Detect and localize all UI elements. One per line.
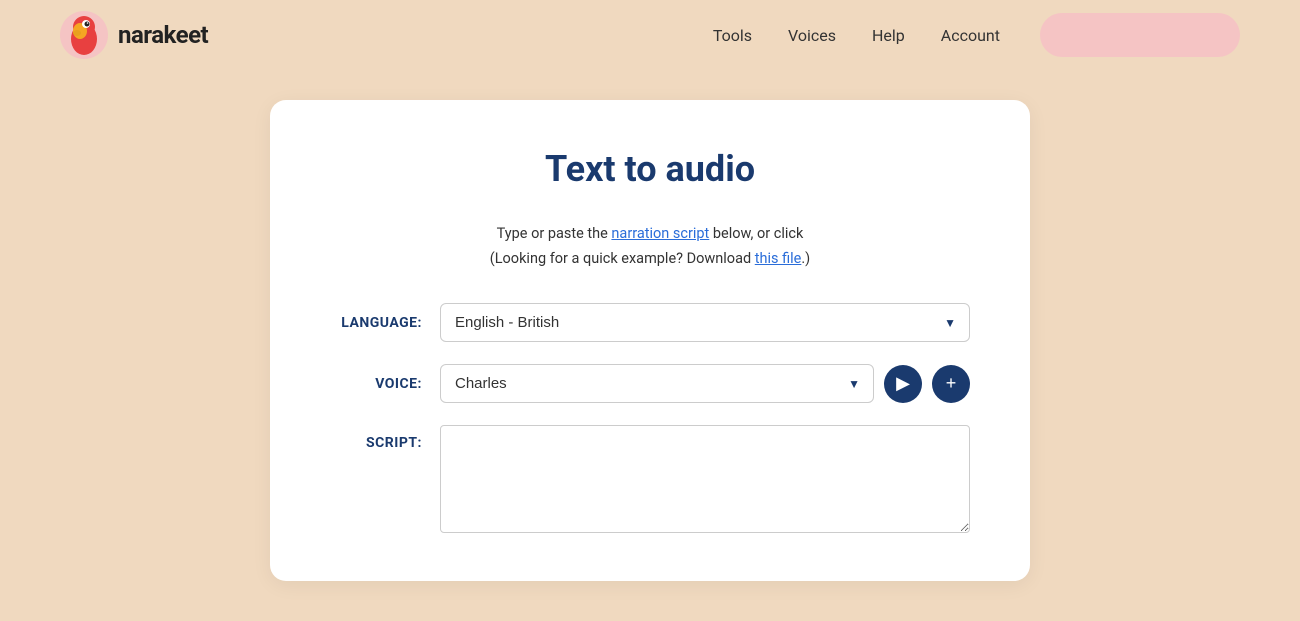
nav-account[interactable]: Account	[941, 26, 1000, 45]
voice-label: VOICE:	[330, 376, 440, 392]
header-cta-button[interactable]	[1040, 13, 1240, 57]
this-file-link[interactable]: this file	[755, 250, 802, 267]
nav-tools[interactable]: Tools	[713, 26, 752, 45]
language-select-wrapper: English - British English - American Eng…	[440, 303, 970, 342]
script-row: SCRIPT:	[330, 425, 970, 533]
voice-select[interactable]: Charles Amy Emma Brian Joanna Matthew	[440, 364, 874, 403]
add-voice-button[interactable]: +	[932, 365, 970, 403]
main-nav: Tools Voices Help Account	[713, 26, 1000, 45]
narration-script-link[interactable]: narration script	[611, 225, 709, 242]
desc-example-after: .)	[801, 250, 810, 267]
script-textarea[interactable]	[440, 425, 970, 533]
voice-select-wrapper: Charles Amy Emma Brian Joanna Matthew ▼	[440, 364, 874, 403]
desc-before-link: Type or paste the	[497, 225, 612, 242]
script-label: SCRIPT:	[330, 425, 440, 451]
logo-link[interactable]: narakeet	[60, 11, 208, 59]
language-row: LANGUAGE: English - British English - Am…	[330, 303, 970, 342]
plus-icon: +	[946, 373, 957, 394]
nav-help[interactable]: Help	[872, 26, 905, 45]
logo-text: narakeet	[118, 21, 208, 49]
voice-controls: Charles Amy Emma Brian Joanna Matthew ▼ …	[440, 364, 970, 403]
logo-icon	[60, 11, 108, 59]
language-label: LANGUAGE:	[330, 315, 440, 331]
page-title: Text to audio	[330, 148, 970, 190]
voice-row: VOICE: Charles Amy Emma Brian Joanna Mat…	[330, 364, 970, 403]
desc-example-before: (Looking for a quick example? Download	[490, 250, 755, 267]
card: Text to audio Type or paste the narratio…	[270, 100, 1030, 581]
nav-voices[interactable]: Voices	[788, 26, 836, 45]
desc-after-link: below, or click	[709, 225, 803, 242]
description: Type or paste the narration script below…	[330, 222, 970, 271]
language-select[interactable]: English - British English - American Eng…	[440, 303, 970, 342]
play-voice-button[interactable]: ▶	[884, 365, 922, 403]
play-icon: ▶	[896, 373, 910, 394]
header: narakeet Tools Voices Help Account	[0, 0, 1300, 70]
main-content: Text to audio Type or paste the narratio…	[0, 70, 1300, 621]
